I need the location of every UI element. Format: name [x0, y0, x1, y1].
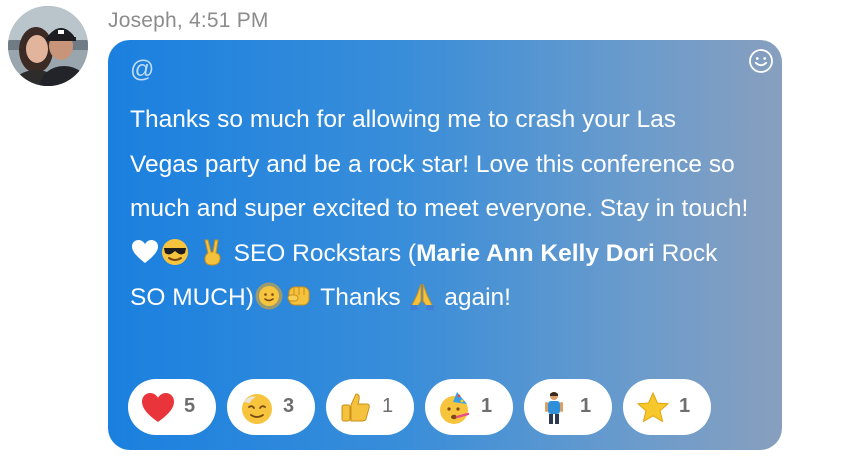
thumbs-up-icon — [341, 393, 370, 422]
mentioned-names: Marie Ann Kelly Dori — [416, 239, 655, 267]
message-text-part1: Thanks so much for allowing me to crash … — [130, 106, 749, 223]
reaction-star[interactable]: 1 — [623, 379, 711, 435]
mention-icon: @ — [130, 56, 155, 83]
heart-icon — [142, 393, 174, 422]
victory-hand-icon — [204, 239, 221, 266]
reaction-count: 1 — [679, 395, 691, 417]
message-bubble: @ Thanks so much for allowing me to cras… — [108, 40, 782, 450]
reaction-party-face[interactable]: 1 — [425, 379, 513, 435]
star-icon — [636, 391, 670, 423]
reaction-person-standing[interactable]: 1 — [524, 379, 612, 435]
avatar[interactable] — [8, 6, 88, 86]
folded-hands-icon — [410, 284, 435, 311]
add-reaction-icon[interactable] — [748, 48, 774, 74]
reaction-heart[interactable]: 5 — [128, 379, 216, 435]
sunglasses-face-icon — [162, 238, 188, 265]
reaction-thumbs-up[interactable]: 1 — [326, 379, 414, 435]
person-standing-icon — [545, 392, 563, 424]
heart-icon — [132, 239, 158, 263]
reaction-count: 3 — [283, 395, 295, 417]
reaction-relieved-face[interactable]: 3 — [227, 379, 315, 435]
message-text-part4: Thanks — [320, 284, 401, 312]
relieved-face-icon — [242, 394, 272, 424]
message-text: Thanks so much for allowing me to crash … — [130, 98, 750, 321]
reaction-count: 1 — [481, 395, 493, 417]
avatar-photo — [8, 6, 88, 86]
sender-time: Joseph, 4:51 PM — [108, 9, 269, 32]
message-text-part5: again! — [444, 284, 511, 312]
party-face-icon — [440, 392, 470, 424]
reaction-count: 1 — [580, 395, 592, 417]
reaction-count: 5 — [184, 395, 196, 417]
fist-bump-icon — [287, 286, 310, 306]
chat-message: Joseph, 4:51 PM @ Thanks so much for all… — [0, 0, 842, 466]
sun-face-icon — [255, 282, 283, 310]
message-text-part2: SEO Rockstars ( — [233, 239, 417, 267]
reaction-count: 1 — [382, 395, 394, 417]
